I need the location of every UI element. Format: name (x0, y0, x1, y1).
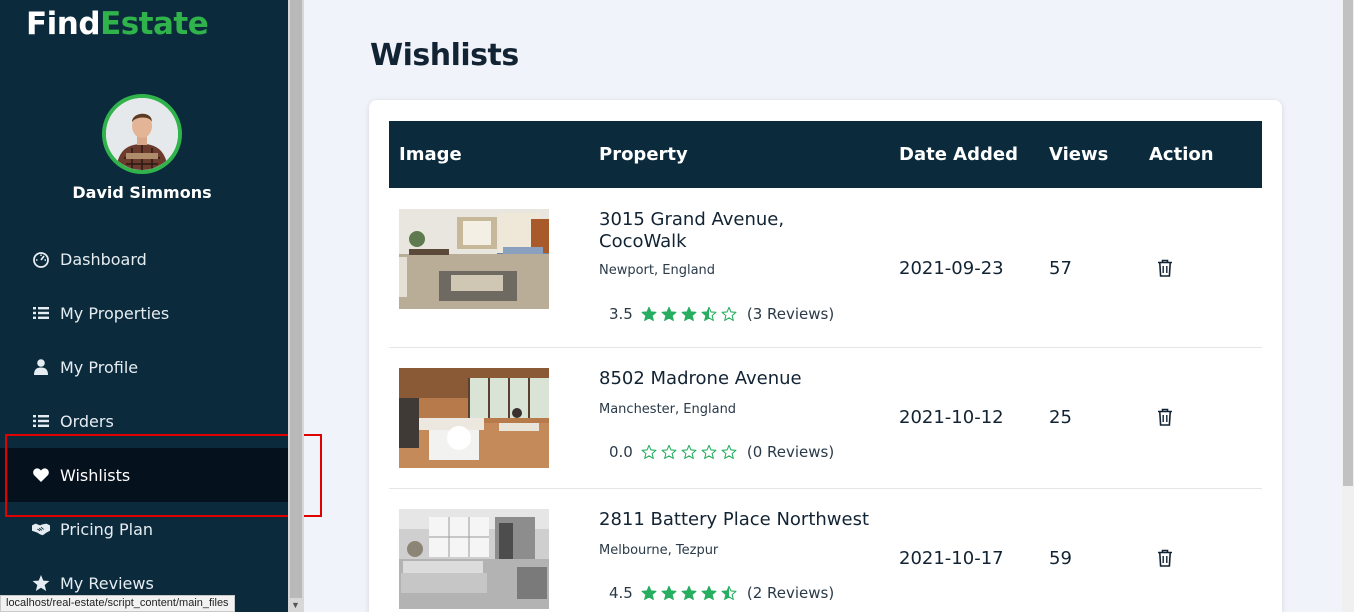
table-header: Image Property Date Added Views Action (389, 121, 1262, 188)
avatar-image (106, 98, 178, 170)
property-image[interactable] (399, 509, 549, 609)
sidebar-item-wishlists[interactable]: Wishlists (0, 448, 288, 502)
date-added: 2021-10-17 (899, 548, 1004, 569)
star-full-icon (641, 585, 657, 600)
trash-icon[interactable] (1157, 408, 1175, 426)
sidebar-item-label: Orders (60, 411, 114, 431)
sidebar: FindEstate David Simmons Dashboard My Pr… (0, 0, 288, 612)
property-rating: 3.5 (3 Reviews) (609, 305, 834, 323)
property-rating: 0.0 (0 Reviews) (609, 443, 834, 461)
page-scrollbar-thumb[interactable] (1343, 0, 1353, 486)
property-rating: 4.5 (2 Reviews) (609, 584, 834, 602)
star-empty-icon (681, 444, 697, 459)
review-count[interactable]: (3 Reviews) (747, 305, 834, 323)
sidebar-item-label: Pricing Plan (60, 519, 154, 539)
scroll-down-arrow-icon[interactable]: ▼ (291, 600, 300, 610)
view-count: 25 (1049, 407, 1072, 428)
column-header-property: Property (599, 144, 688, 165)
rating-stars (641, 585, 741, 601)
sidebar-item-pricing-plan[interactable]: Pricing Plan (0, 502, 288, 556)
star-empty-icon (701, 444, 717, 459)
sidebar-item-my-profile[interactable]: My Profile (0, 340, 288, 394)
brand-logo-part2: Estate (100, 6, 209, 42)
brand-logo-part1: Find (26, 6, 101, 42)
property-location: Newport, England (599, 263, 716, 278)
star-full-icon (681, 306, 697, 321)
sidebar-item-orders[interactable]: Orders (0, 394, 288, 448)
review-count[interactable]: (2 Reviews) (747, 584, 834, 602)
status-bar-url: localhost/real-estate/script_content/mai… (0, 595, 235, 612)
list-icon (32, 304, 50, 322)
sidebar-scrollbar-thumb[interactable] (290, 0, 302, 598)
review-count[interactable]: (0 Reviews) (747, 443, 834, 461)
dashboard-icon (32, 250, 50, 268)
star-half-icon (701, 306, 717, 321)
table-row: 8502 Madrone Avenue Manchester, England … (389, 348, 1262, 489)
column-header-date-added: Date Added (899, 144, 1018, 165)
page-scrollbar[interactable] (1342, 0, 1354, 612)
rating-value: 3.5 (609, 305, 633, 323)
sidebar-item-label: My Reviews (60, 573, 154, 593)
property-image[interactable] (399, 368, 549, 468)
sidebar-item-label: Wishlists (60, 465, 131, 485)
sidebar-item-dashboard[interactable]: Dashboard (0, 232, 288, 286)
avatar[interactable] (102, 94, 182, 174)
star-empty-icon (721, 444, 737, 459)
star-full-icon (661, 306, 677, 321)
star-full-icon (701, 585, 717, 600)
table-row: 2811 Battery Place Northwest Melbourne, … (389, 489, 1262, 612)
star-full-icon (641, 306, 657, 321)
rating-value: 0.0 (609, 443, 633, 461)
property-location: Melbourne, Tezpur (599, 543, 719, 558)
column-header-image: Image (399, 144, 462, 165)
column-header-action: Action (1149, 144, 1214, 165)
star-half-icon (721, 585, 737, 600)
star-full-icon (661, 585, 677, 600)
property-image[interactable] (399, 209, 549, 309)
brand-logo[interactable]: FindEstate (26, 6, 209, 42)
view-count: 57 (1049, 258, 1072, 279)
user-icon (32, 358, 50, 376)
table-row: 3015 Grand Avenue, CocoWalk Newport, Eng… (389, 188, 1262, 348)
rating-stars (641, 306, 741, 322)
date-added: 2021-09-23 (899, 258, 1004, 279)
sidebar-item-label: My Properties (60, 303, 170, 323)
property-name[interactable]: 8502 Madrone Avenue (599, 368, 859, 390)
wishlist-card: Image Property Date Added Views Action 3… (369, 100, 1282, 612)
view-count: 59 (1049, 548, 1072, 569)
page-title: Wishlists (370, 38, 519, 73)
rating-stars (641, 444, 741, 460)
star-empty-icon (661, 444, 677, 459)
list-icon (32, 412, 50, 430)
sidebar-item-my-properties[interactable]: My Properties (0, 286, 288, 340)
star-full-icon (681, 585, 697, 600)
sidebar-item-label: My Profile (60, 357, 139, 377)
star-empty-icon (721, 306, 737, 321)
trash-icon[interactable] (1157, 259, 1175, 277)
date-added: 2021-10-12 (899, 407, 1004, 428)
trash-icon[interactable] (1157, 549, 1175, 567)
sidebar-item-label: Dashboard (60, 249, 147, 269)
handshake-icon (32, 520, 50, 538)
property-name[interactable]: 2811 Battery Place Northwest (599, 509, 879, 531)
heart-icon (32, 466, 50, 484)
rating-value: 4.5 (609, 584, 633, 602)
user-name: David Simmons (72, 183, 212, 202)
column-header-views: Views (1049, 144, 1109, 165)
star-icon (32, 574, 50, 592)
property-name[interactable]: 3015 Grand Avenue, CocoWalk (599, 209, 809, 253)
star-empty-icon (641, 444, 657, 459)
property-location: Manchester, England (599, 402, 737, 417)
sidebar-scrollbar[interactable]: ▼ (288, 0, 304, 612)
